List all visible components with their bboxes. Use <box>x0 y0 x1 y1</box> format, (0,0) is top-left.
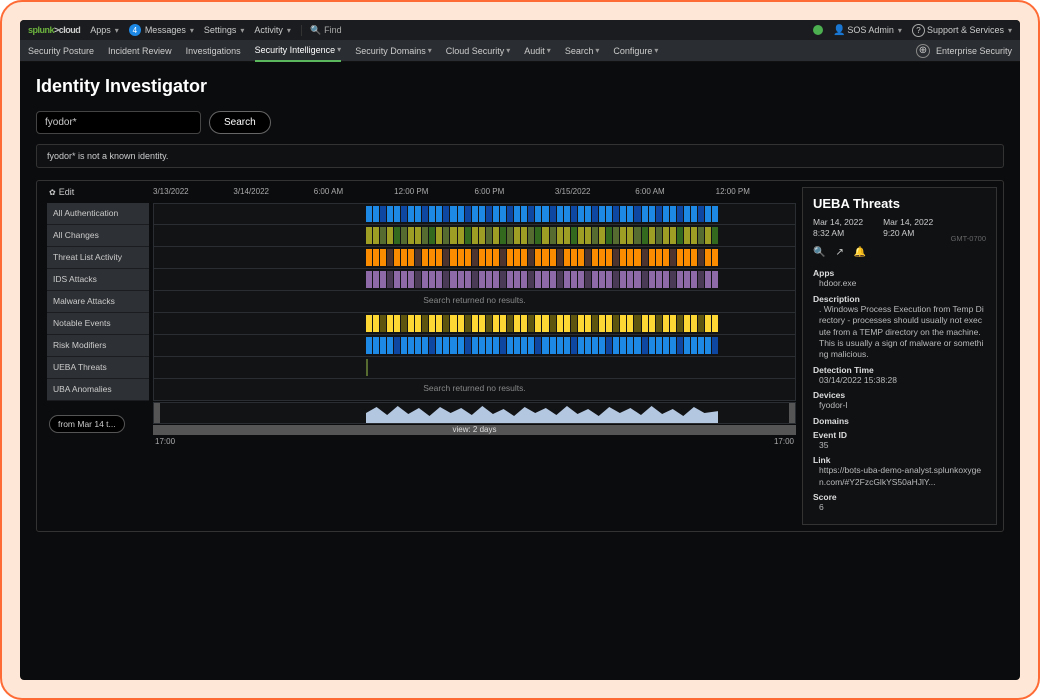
lane-label[interactable]: UEBA Threats <box>47 357 149 379</box>
timezone-label: GMT-0700 <box>951 234 986 243</box>
lane-label[interactable]: Notable Events <box>47 313 149 335</box>
lane-row[interactable] <box>153 247 796 269</box>
field-label: Score <box>813 492 986 502</box>
lane-label[interactable]: Threat List Activity <box>47 247 149 269</box>
search-button[interactable]: Search <box>209 111 271 134</box>
status-indicator-icon <box>813 25 823 35</box>
lane-row[interactable]: Search returned no results. <box>153 291 796 313</box>
time-axis: 3/13/20223/14/20226:00 AM12:00 PM6:00 PM… <box>153 187 796 201</box>
field-label: Event ID <box>813 430 986 440</box>
app-navbar: Security Posture Incident Review Investiga… <box>20 40 1020 62</box>
nav-audit[interactable]: Audit <box>524 46 551 56</box>
lane-label[interactable]: IDS Attacks <box>47 269 149 291</box>
lane-label[interactable]: UBA Anomalies <box>47 379 149 401</box>
field-value: hdoor.exe <box>813 278 986 289</box>
investigator-panel: Edit 3/13/20223/14/20226:00 AM12:00 PM6:… <box>36 180 1004 532</box>
help-icon <box>912 24 925 37</box>
lane-row[interactable] <box>153 225 796 247</box>
lane-row[interactable] <box>153 335 796 357</box>
field-label: Detection Time <box>813 365 986 375</box>
view-range-label: view: 2 days <box>153 425 796 435</box>
detail-share-icon[interactable]: ↗ <box>835 247 843 258</box>
field-value: 03/14/2022 15:38:28 <box>813 375 986 386</box>
field-label: Domains <box>813 416 986 426</box>
global-topbar: splunk>cloud Apps 4Messages Settings Act… <box>20 20 1020 40</box>
activity-menu[interactable]: Activity <box>254 25 291 35</box>
info-banner: fyodor* is not a known identity. <box>36 144 1004 168</box>
settings-menu[interactable]: Settings <box>204 25 245 35</box>
nav-cloud-security[interactable]: Cloud Security <box>446 46 511 56</box>
lane-row[interactable] <box>153 203 796 225</box>
nav-security-posture[interactable]: Security Posture <box>28 46 94 56</box>
logo: splunk>cloud <box>28 25 80 35</box>
detail-panel: UEBA Threats Mar 14, 20228:32 AM Mar 14,… <box>802 187 997 525</box>
overview-handle-right[interactable] <box>789 403 795 423</box>
overview-handle-left[interactable] <box>154 403 160 423</box>
field-value: . Windows Process Execution from Temp Di… <box>813 304 986 361</box>
detail-title: UEBA Threats <box>813 196 986 211</box>
target-icon <box>916 44 930 58</box>
overview-chart[interactable]: view: 2 days 17:0017:00 <box>153 402 796 442</box>
user-icon <box>833 25 845 36</box>
swimlane-area: Edit 3/13/20223/14/20226:00 AM12:00 PM6:… <box>43 187 796 525</box>
user-menu[interactable]: SOS Admin <box>833 25 902 36</box>
lane-row[interactable] <box>153 269 796 291</box>
support-menu[interactable]: Support & Services <box>912 24 1012 37</box>
nav-configure[interactable]: Configure <box>613 46 658 56</box>
page-title: Identity Investigator <box>36 76 1004 97</box>
field-value: 35 <box>813 440 986 451</box>
nav-search[interactable]: Search <box>565 46 600 56</box>
lane-row[interactable]: Search returned no results. <box>153 379 796 401</box>
field-label: Description <box>813 294 986 304</box>
lane-label[interactable]: All Authentication <box>47 203 149 225</box>
field-label: Link <box>813 455 986 465</box>
messages-menu[interactable]: 4Messages <box>129 24 194 36</box>
find-input[interactable]: 🔍Find <box>301 25 342 36</box>
time-range-chip[interactable]: from Mar 14 t... <box>49 415 125 433</box>
apps-menu[interactable]: Apps <box>90 25 119 35</box>
edit-button[interactable]: Edit <box>49 187 74 197</box>
field-value: fyodor-l <box>813 400 986 411</box>
identity-search-input[interactable] <box>36 111 201 134</box>
field-label: Apps <box>813 268 986 278</box>
field-value: https://bots-uba-demo-analyst.splunkoxyg… <box>813 465 986 488</box>
nav-security-domains[interactable]: Security Domains <box>355 46 432 56</box>
nav-investigations[interactable]: Investigations <box>186 46 241 56</box>
detail-search-icon[interactable]: 🔍 <box>813 247 825 258</box>
field-value: 6 <box>813 502 986 513</box>
messages-badge: 4 <box>129 24 141 36</box>
lane-row[interactable] <box>153 357 796 379</box>
nav-incident-review[interactable]: Incident Review <box>108 46 172 56</box>
lane-label[interactable]: Risk Modifiers <box>47 335 149 357</box>
lane-row[interactable] <box>153 313 796 335</box>
lane-label[interactable]: All Changes <box>47 225 149 247</box>
nav-security-intelligence[interactable]: Security Intelligence <box>255 40 342 62</box>
app-name: Enterprise Security <box>936 46 1012 56</box>
search-icon: 🔍 <box>310 25 321 36</box>
lane-label[interactable]: Malware Attacks <box>47 291 149 313</box>
field-label: Devices <box>813 390 986 400</box>
detail-bell-icon[interactable]: 🔔 <box>854 247 866 258</box>
